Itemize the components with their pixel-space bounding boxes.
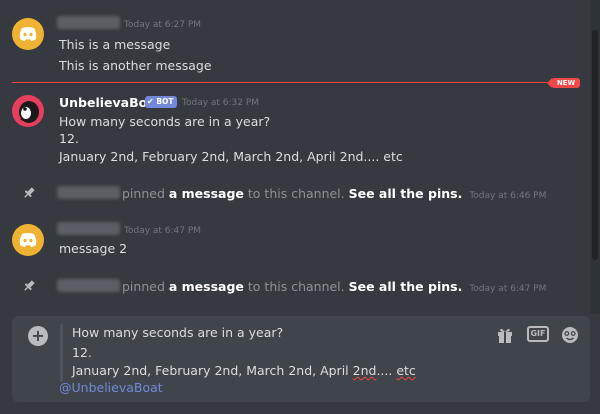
chat-messages: Today at 6:27 PM This is a message This …	[0, 0, 590, 314]
message-timestamp: Today at 6:47 PM	[124, 226, 202, 236]
gift-icon[interactable]	[496, 326, 514, 344]
see-all-pins-link[interactable]: See all the pins.	[349, 186, 463, 201]
pin-notice-text: pinned	[122, 186, 165, 201]
message-timestamp: Today at 6:32 PM	[182, 98, 260, 108]
message-timestamp: Today at 6:27 PM	[124, 20, 202, 30]
pinned-message-link[interactable]: a message	[169, 279, 244, 294]
pin-notice-text: pinned	[122, 279, 165, 294]
quote-bar	[60, 324, 63, 382]
message-composer[interactable]: + How many seconds are in a year? 12. Ja…	[12, 316, 590, 402]
pin-notice: pinned a message to this channel. See al…	[122, 279, 546, 294]
composer-text-line[interactable]: 12.	[72, 345, 92, 360]
verified-check-icon: ✔	[147, 97, 154, 106]
message-text: How many seconds are in a year?	[59, 114, 271, 129]
mention-unbelievaboat[interactable]: @UnbelievaBoat	[59, 380, 163, 395]
scrollbar-thumb[interactable]	[592, 30, 598, 260]
message-text: January 2nd, February 2nd, March 2nd, Ap…	[59, 149, 403, 164]
pinned-message-link[interactable]: a message	[169, 186, 244, 201]
discord-logo-icon	[19, 233, 37, 247]
bot-tag-label: BOT	[156, 97, 174, 106]
message-text: This is another message	[59, 58, 212, 73]
discord-logo-icon	[19, 27, 37, 41]
upload-button[interactable]: +	[28, 326, 48, 346]
pin-notice-text: to this channel.	[247, 279, 345, 294]
bot-tag: ✔ BOT	[145, 96, 177, 108]
message-text: 12.	[59, 131, 79, 146]
unbelievaboat-logo-icon	[19, 101, 39, 123]
plus-icon: +	[31, 326, 45, 345]
emoji-icon[interactable]	[561, 326, 579, 344]
user-avatar[interactable]	[12, 18, 44, 50]
new-badge: NEW	[547, 78, 580, 88]
pin-notice-text: to this channel.	[247, 186, 345, 201]
pin-timestamp: Today at 6:47 PM	[469, 284, 547, 294]
message-text: message 2	[59, 241, 128, 256]
composer-text-line[interactable]: January 2nd, February 2nd, March 2nd, Ap…	[72, 363, 416, 378]
pin-icon	[24, 187, 35, 198]
composer-text-line[interactable]: How many seconds are in a year?	[72, 325, 283, 340]
pin-notice: pinned a message to this channel. See al…	[122, 186, 546, 201]
pin-icon	[24, 280, 35, 291]
see-all-pins-link[interactable]: See all the pins.	[349, 279, 463, 294]
bot-avatar[interactable]	[12, 95, 44, 127]
username-redacted[interactable]	[57, 279, 120, 292]
user-avatar[interactable]	[12, 224, 44, 256]
pin-timestamp: Today at 6:46 PM	[469, 191, 547, 201]
username-redacted[interactable]	[57, 16, 120, 29]
gif-button[interactable]: GIF	[527, 326, 549, 342]
new-messages-divider	[12, 82, 552, 83]
chat-scrollbar[interactable]	[590, 0, 600, 314]
gif-icon: GIF	[530, 329, 546, 338]
username-redacted[interactable]	[57, 222, 120, 235]
message-text: This is a message	[59, 37, 171, 52]
username-redacted[interactable]	[57, 186, 120, 199]
